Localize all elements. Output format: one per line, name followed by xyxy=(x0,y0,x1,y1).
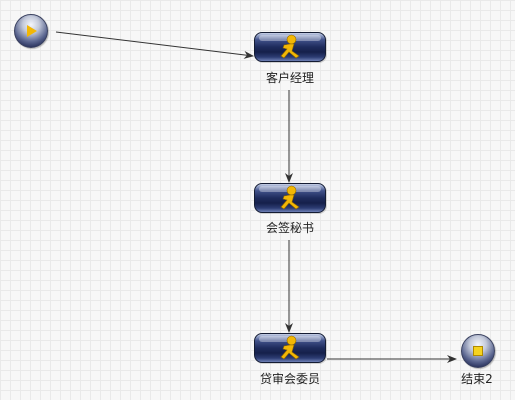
end-node[interactable] xyxy=(461,334,495,368)
runner-icon xyxy=(280,185,300,210)
end-node-body xyxy=(461,334,495,368)
runner-icon xyxy=(280,34,300,59)
task-label-countersign-secretary: 会签秘书 xyxy=(265,221,315,235)
end-node-label: 结束2 xyxy=(461,372,493,386)
task-node-body xyxy=(254,333,326,363)
task-label-committee-member: 贷审会委员 xyxy=(259,372,321,386)
task-node-committee-member[interactable] xyxy=(254,333,326,363)
play-icon xyxy=(27,25,37,37)
task-node-countersign-secretary[interactable] xyxy=(254,183,326,213)
runner-icon xyxy=(280,335,300,360)
task-node-customer-manager[interactable] xyxy=(254,32,326,62)
workflow-canvas[interactable]: 客户经理 会签秘书 贷审会委员 结束2 xyxy=(0,0,515,400)
stop-icon xyxy=(473,346,483,356)
edge-start-to-customer-manager[interactable] xyxy=(55,31,254,59)
start-node-body xyxy=(14,14,48,48)
task-label-customer-manager: 客户经理 xyxy=(265,71,315,85)
start-node[interactable] xyxy=(14,14,48,48)
task-node-body xyxy=(254,183,326,213)
task-node-body xyxy=(254,32,326,62)
